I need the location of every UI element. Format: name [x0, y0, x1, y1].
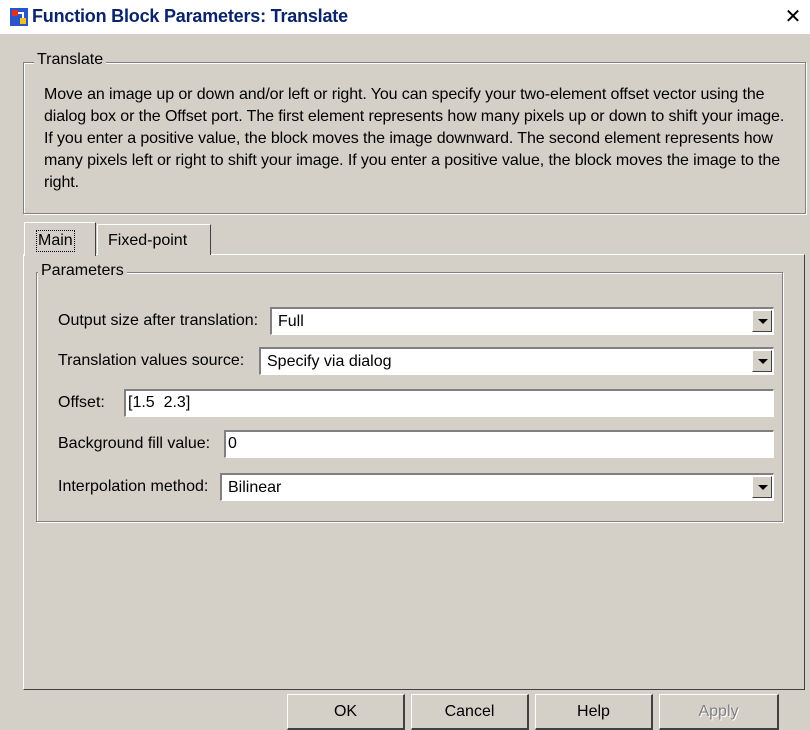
background-fill-label: Background fill value: — [58, 435, 211, 452]
translation-source-value: Specify via dialog — [267, 353, 392, 370]
background-fill-field[interactable] — [224, 430, 774, 458]
simulink-block-icon — [10, 8, 28, 26]
translation-source-select[interactable]: Specify via dialog — [259, 347, 774, 375]
tab-fixed-point-label: Fixed-point — [108, 232, 188, 249]
cancel-button[interactable]: Cancel — [411, 694, 529, 730]
output-size-select[interactable]: Full — [270, 307, 774, 335]
window-title: Function Block Parameters: Translate — [32, 6, 348, 26]
translation-source-label: Translation values source: — [58, 352, 245, 369]
title-bar: Function Block Parameters: Translate ✕ — [0, 0, 810, 34]
chevron-down-icon[interactable] — [752, 310, 772, 332]
ok-button[interactable]: OK — [287, 694, 405, 730]
help-button[interactable]: Help — [535, 694, 653, 730]
tab-main-label: Main — [36, 230, 75, 252]
description-group-label: Translate — [34, 51, 107, 69]
chevron-down-icon[interactable] — [752, 350, 772, 372]
chevron-down-icon[interactable] — [752, 476, 772, 498]
background-fill-input[interactable] — [228, 434, 769, 454]
parameters-group-label: Parameters — [38, 262, 127, 280]
offset-input[interactable] — [128, 393, 769, 413]
offset-field[interactable] — [124, 389, 774, 417]
output-size-value: Full — [278, 313, 304, 330]
tab-main[interactable]: Main — [24, 222, 96, 256]
apply-button[interactable]: Apply — [659, 694, 779, 730]
block-description: Move an image up or down and/or left or … — [44, 86, 785, 191]
close-icon[interactable]: ✕ — [782, 7, 804, 27]
tab-fixed-point[interactable]: Fixed-point — [97, 224, 211, 255]
interpolation-select[interactable]: Bilinear — [220, 473, 774, 501]
interpolation-value: Bilinear — [228, 479, 282, 496]
interpolation-label: Interpolation method: — [58, 478, 209, 495]
output-size-label: Output size after translation: — [58, 312, 259, 329]
offset-label: Offset: — [58, 394, 105, 411]
